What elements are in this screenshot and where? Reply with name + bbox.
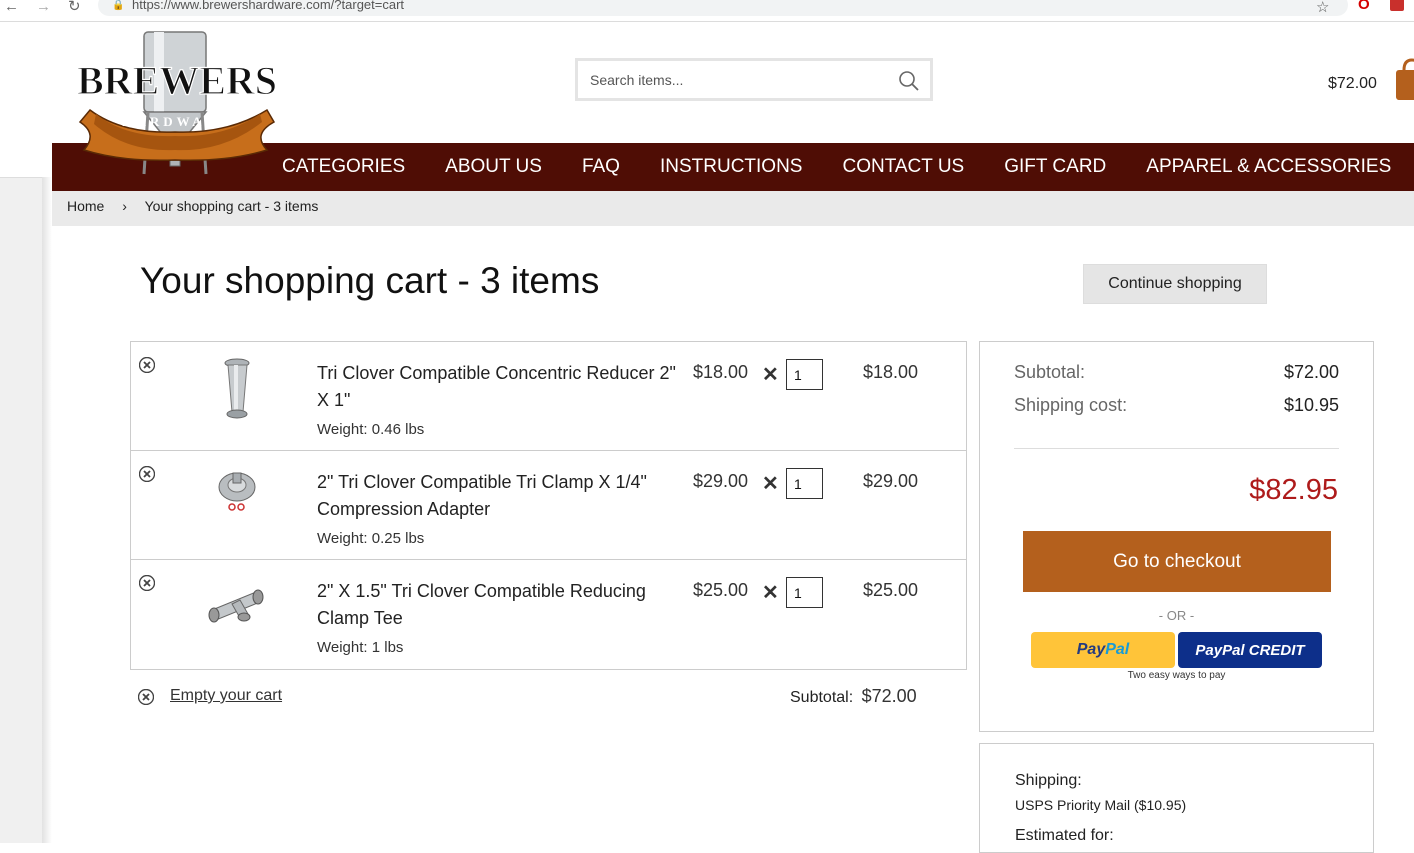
summary-subtotal: Subtotal: $72.00	[1014, 362, 1339, 383]
cart-row: Tri Clover Compatible Concentric Reducer…	[131, 342, 966, 451]
logo-text-brewers: BREWERS	[77, 58, 277, 103]
bookmark-star-icon[interactable]: ☆	[1316, 0, 1329, 16]
summary-shipping: Shipping cost: $10.95	[1014, 395, 1339, 416]
continue-shopping-button[interactable]: Continue shopping	[1083, 264, 1267, 304]
reload-icon[interactable]: ↻	[68, 0, 81, 14]
summary-subtotal-label: Subtotal:	[1014, 362, 1086, 382]
times-icon: ✕	[762, 473, 779, 495]
remove-item-icon[interactable]	[139, 357, 155, 373]
nav-item-contact-us[interactable]: CONTACT US	[822, 143, 984, 191]
quantity-input[interactable]	[786, 577, 823, 608]
pdf-extension-icon[interactable]	[1390, 0, 1404, 11]
times-icon: ✕	[762, 582, 779, 604]
summary-shipping-label: Shipping cost:	[1014, 395, 1128, 415]
shipping-estimate: Shipping: USPS Priority Mail ($10.95) Es…	[979, 743, 1374, 853]
paypal-credit-button[interactable]: PayPal CREDIT	[1178, 632, 1322, 668]
search-icon[interactable]	[898, 70, 920, 92]
times-icon: ✕	[762, 364, 779, 386]
paypal-button[interactable]: PayPal	[1031, 632, 1175, 668]
product-thumbnail-adapter[interactable]	[206, 465, 266, 531]
or-separator: - OR -	[1158, 608, 1195, 623]
nav-item-apparel-accessories[interactable]: APPAREL & ACCESSORIES	[1126, 143, 1411, 191]
summary-divider	[1014, 448, 1339, 449]
header-cart-total[interactable]: $72.00	[1328, 75, 1377, 93]
nav-item-faq[interactable]: FAQ	[562, 143, 640, 191]
content-shadow	[42, 177, 52, 843]
breadcrumb-current: Your shopping cart - 3 items	[144, 198, 319, 214]
page-title: Your shopping cart - 3 items	[140, 260, 600, 301]
shipping-method[interactable]: USPS Priority Mail ($10.95)	[1015, 797, 1186, 813]
item-price: $25.00	[693, 580, 749, 600]
empty-cart-icon[interactable]	[138, 689, 154, 705]
quantity-input[interactable]	[786, 468, 823, 499]
order-summary: Subtotal: $72.00 Shipping cost: $10.95 $…	[979, 341, 1374, 732]
paypal-tagline: Two easy ways to pay	[1127, 670, 1226, 681]
item-total: $25.00	[863, 580, 919, 600]
nav-item-instructions[interactable]: INSTRUCTIONS	[640, 143, 823, 191]
cart-subtotal: Subtotal: $72.00	[790, 686, 917, 707]
item-weight: Weight: 0.46 lbs	[317, 421, 425, 438]
breadcrumb: Home › Your shopping cart - 3 items	[52, 191, 1414, 226]
item-price: $18.00	[693, 362, 749, 382]
empty-cart-link[interactable]: Empty your cart	[170, 687, 282, 705]
browser-toolbar: ← → ↻ 🔒 https://www.brewershardware.com/…	[0, 0, 1414, 22]
remove-item-icon[interactable]	[139, 466, 155, 482]
item-price: $29.00	[693, 471, 749, 491]
nav-item-about-us[interactable]: ABOUT US	[425, 143, 562, 191]
quantity-input[interactable]	[786, 359, 823, 390]
cart-subtotal-label: Subtotal:	[790, 689, 854, 706]
back-arrow-icon[interactable]: ←	[4, 0, 19, 14]
search-input[interactable]	[590, 70, 880, 90]
cart-subtotal-value: $72.00	[861, 686, 917, 706]
item-name[interactable]: Tri Clover Compatible Concentric Reducer…	[317, 360, 687, 414]
opera-extension-icon[interactable]: O	[1358, 0, 1370, 13]
shipping-label: Shipping:	[1015, 772, 1082, 789]
item-total: $18.00	[863, 362, 919, 382]
product-thumbnail-tee[interactable]	[206, 574, 266, 640]
product-thumbnail-reducer[interactable]	[206, 356, 266, 422]
cart-row: 2" Tri Clover Compatible Tri Clamp X 1/4…	[131, 451, 966, 560]
breadcrumb-home[interactable]: Home	[67, 198, 104, 214]
item-name[interactable]: 2" Tri Clover Compatible Tri Clamp X 1/4…	[317, 469, 687, 523]
checkout-button[interactable]: Go to checkout	[1023, 531, 1331, 592]
estimated-for-label: Estimated for:	[1015, 827, 1114, 844]
nav-item-gift-card[interactable]: GIFT CARD	[984, 143, 1126, 191]
brewers-hardware-logo[interactable]: BREWERS HARDWARE	[62, 22, 292, 180]
page-gutter-gray	[0, 177, 42, 843]
logo-text-hardware: HARDWARE	[122, 114, 231, 129]
paypal-text-pay: Pay	[1076, 641, 1106, 658]
summary-shipping-value: $10.95	[1283, 395, 1339, 415]
lock-icon: 🔒	[112, 0, 125, 11]
grand-total: $82.95	[1249, 474, 1338, 506]
cart-items-table: Tri Clover Compatible Concentric Reducer…	[130, 341, 967, 670]
item-weight: Weight: 0.25 lbs	[317, 530, 425, 547]
shopping-bag-icon[interactable]	[1390, 56, 1414, 100]
item-total: $29.00	[863, 471, 919, 491]
item-name[interactable]: 2" X 1.5" Tri Clover Compatible Reducing…	[317, 578, 687, 632]
search-box	[575, 58, 933, 101]
remove-item-icon[interactable]	[139, 575, 155, 591]
summary-subtotal-value: $72.00	[1283, 362, 1339, 382]
forward-arrow-icon[interactable]: →	[36, 0, 51, 14]
item-weight: Weight: 1 lbs	[317, 639, 404, 656]
breadcrumb-separator: ›	[122, 198, 127, 214]
paypal-text-pal: Pal	[1105, 641, 1130, 658]
nav-items: CATEGORIES ABOUT US FAQ INSTRUCTIONS CONTACT…	[262, 143, 1411, 191]
address-url[interactable]: https://www.brewershardware.com/?target=…	[132, 0, 404, 12]
cart-row: 2" X 1.5" Tri Clover Compatible Reducing…	[131, 560, 966, 669]
